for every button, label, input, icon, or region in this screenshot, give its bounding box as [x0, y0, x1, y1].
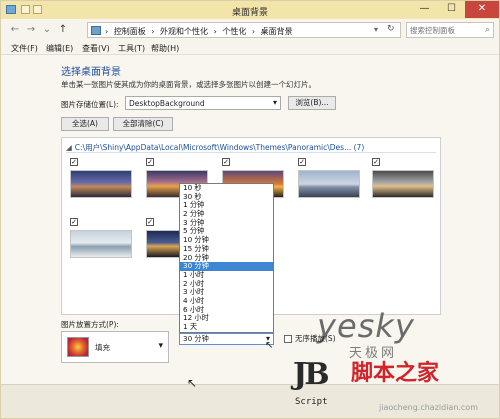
page-title: 选择桌面背景 [61, 67, 121, 78]
chevron-down-icon[interactable]: ▾ [374, 25, 378, 34]
wallpaper-image [372, 170, 434, 198]
wallpaper-image [70, 230, 132, 258]
position-preview-image [67, 337, 89, 357]
clear-all-button[interactable]: 全部清除(C) [113, 117, 173, 131]
breadcrumb-separator-icon: › [151, 27, 155, 36]
picture-position-label: 图片放置方式(P): [61, 320, 119, 329]
shuffle-label: 无序播放(S) [295, 334, 336, 343]
change-interval-select[interactable]: 30 分钟 ▾ [179, 333, 274, 345]
chevron-down-icon: ▾ [272, 98, 277, 107]
checkbox[interactable]: ✓ [298, 158, 306, 166]
logo-name: 脚本之家 [351, 361, 440, 386]
interval-option[interactable]: 1 天 [180, 322, 273, 332]
site-logo: JB 脚本之家 Script jiaocheng.chazidian.com [293, 353, 499, 418]
maximize-button[interactable]: ☐ [438, 1, 465, 18]
gallery-count: (7) [353, 143, 365, 152]
mouse-cursor-icon: ↖ [265, 340, 274, 351]
chevron-down-icon: ▾ [158, 341, 163, 351]
checkbox[interactable]: ✓ [146, 158, 154, 166]
browse-button[interactable]: 浏览(B)... [288, 96, 336, 110]
search-box[interactable]: ⌕ [406, 22, 494, 38]
logo-script-text: Script [295, 397, 328, 407]
address-bar[interactable]: › 控制面板 › 外观和个性化 › 个性化 › 桌面背景 ▾ ↻ [87, 22, 401, 38]
close-button[interactable]: ✕ [465, 1, 499, 18]
back-button[interactable]: ← [9, 23, 21, 37]
change-interval-dropdown-list[interactable]: 10 秒 30 秒 1 分钟 2 分钟 3 分钟 5 分钟 10 分钟 15 分… [179, 183, 274, 333]
checkbox[interactable]: ✓ [222, 158, 230, 166]
logo-mark: JB [293, 357, 330, 392]
forward-button[interactable]: → [25, 23, 37, 37]
select-all-button[interactable]: 全选(A) [61, 117, 109, 131]
menu-file[interactable]: 文件(F) [11, 43, 38, 54]
breadcrumb: › 控制面板 › 外观和个性化 › 个性化 › 桌面背景 [105, 26, 296, 37]
menu-help[interactable]: 帮助(H) [151, 43, 179, 54]
logo-url: jiaocheng.chazidian.com [379, 403, 479, 412]
up-button[interactable]: ↑ [57, 23, 69, 37]
shuffle-checkbox[interactable]: 无序播放(S) [284, 333, 336, 344]
picture-position-value: 填充 [95, 343, 110, 352]
picture-location-value: DesktopBackground [129, 99, 205, 108]
gallery-path: C:\用户\Shiny\AppData\Local\Microsoft\Wind… [74, 143, 352, 152]
search-icon[interactable]: ⌕ [485, 25, 490, 35]
breadcrumb-appearance[interactable]: 外观和个性化 [160, 27, 208, 36]
breadcrumb-separator-icon: › [105, 27, 109, 36]
menu-edit[interactable]: 编辑(E) [46, 43, 73, 54]
checkbox[interactable]: ✓ [70, 218, 78, 226]
interval-select-value: 30 分钟 [183, 334, 209, 343]
wallpaper-thumbnail[interactable]: ✓ [294, 158, 362, 210]
checkbox[interactable] [284, 335, 292, 343]
wallpaper-thumbnail[interactable]: ✓ [368, 158, 436, 210]
search-input[interactable] [410, 25, 480, 36]
wallpaper-image [298, 170, 360, 198]
mouse-cursor-icon: ↖ [187, 376, 198, 390]
control-panel-icon [91, 26, 101, 35]
checkbox[interactable]: ✓ [70, 158, 78, 166]
refresh-icon[interactable]: ↻ [387, 24, 395, 34]
menu-view[interactable]: 查看(V) [82, 43, 110, 54]
recent-locations-button[interactable]: ⌄ [41, 23, 53, 37]
wallpaper-image [70, 170, 132, 198]
wallpaper-thumbnail[interactable]: ✓ [66, 218, 134, 270]
title-bar: 桌面背景 — ☐ ✕ [1, 1, 499, 19]
checkbox[interactable]: ✓ [372, 158, 380, 166]
breadcrumb-control-panel[interactable]: 控制面板 [114, 27, 146, 36]
breadcrumb-personalization[interactable]: 个性化 [222, 27, 246, 36]
menu-tools[interactable]: 工具(T) [118, 43, 145, 54]
collapse-icon[interactable]: ◢ [66, 143, 72, 152]
divider [66, 152, 436, 153]
navigation-bar: ← → ⌄ ↑ › 控制面板 › 外观和个性化 › 个性化 › 桌面背景 ▾ ↻… [1, 19, 499, 41]
picture-position-select[interactable]: 填充 ▾ [61, 331, 169, 363]
breadcrumb-separator-icon: › [213, 27, 217, 36]
wallpaper-thumbnail[interactable]: ✓ [66, 158, 134, 210]
picture-location-label: 图片存储位置(L): [61, 100, 119, 109]
minimize-button[interactable]: — [411, 1, 438, 18]
menu-bar: 文件(F) 编辑(E) 查看(V) 工具(T) 帮助(H) [1, 41, 499, 54]
breadcrumb-separator-icon: › [251, 27, 256, 36]
checkbox[interactable]: ✓ [146, 218, 154, 226]
page-description: 单击某一张图片使其成为你的桌面背景，或选择多张图片以创建一个幻灯片。 [61, 80, 316, 89]
breadcrumb-desktop-background[interactable]: 桌面背景 [261, 27, 293, 36]
desktop-background-window: 桌面背景 — ☐ ✕ ← → ⌄ ↑ › 控制面板 › 外观和个性化 › 个性化… [0, 0, 500, 419]
picture-location-select[interactable]: DesktopBackground ▾ [125, 96, 281, 110]
